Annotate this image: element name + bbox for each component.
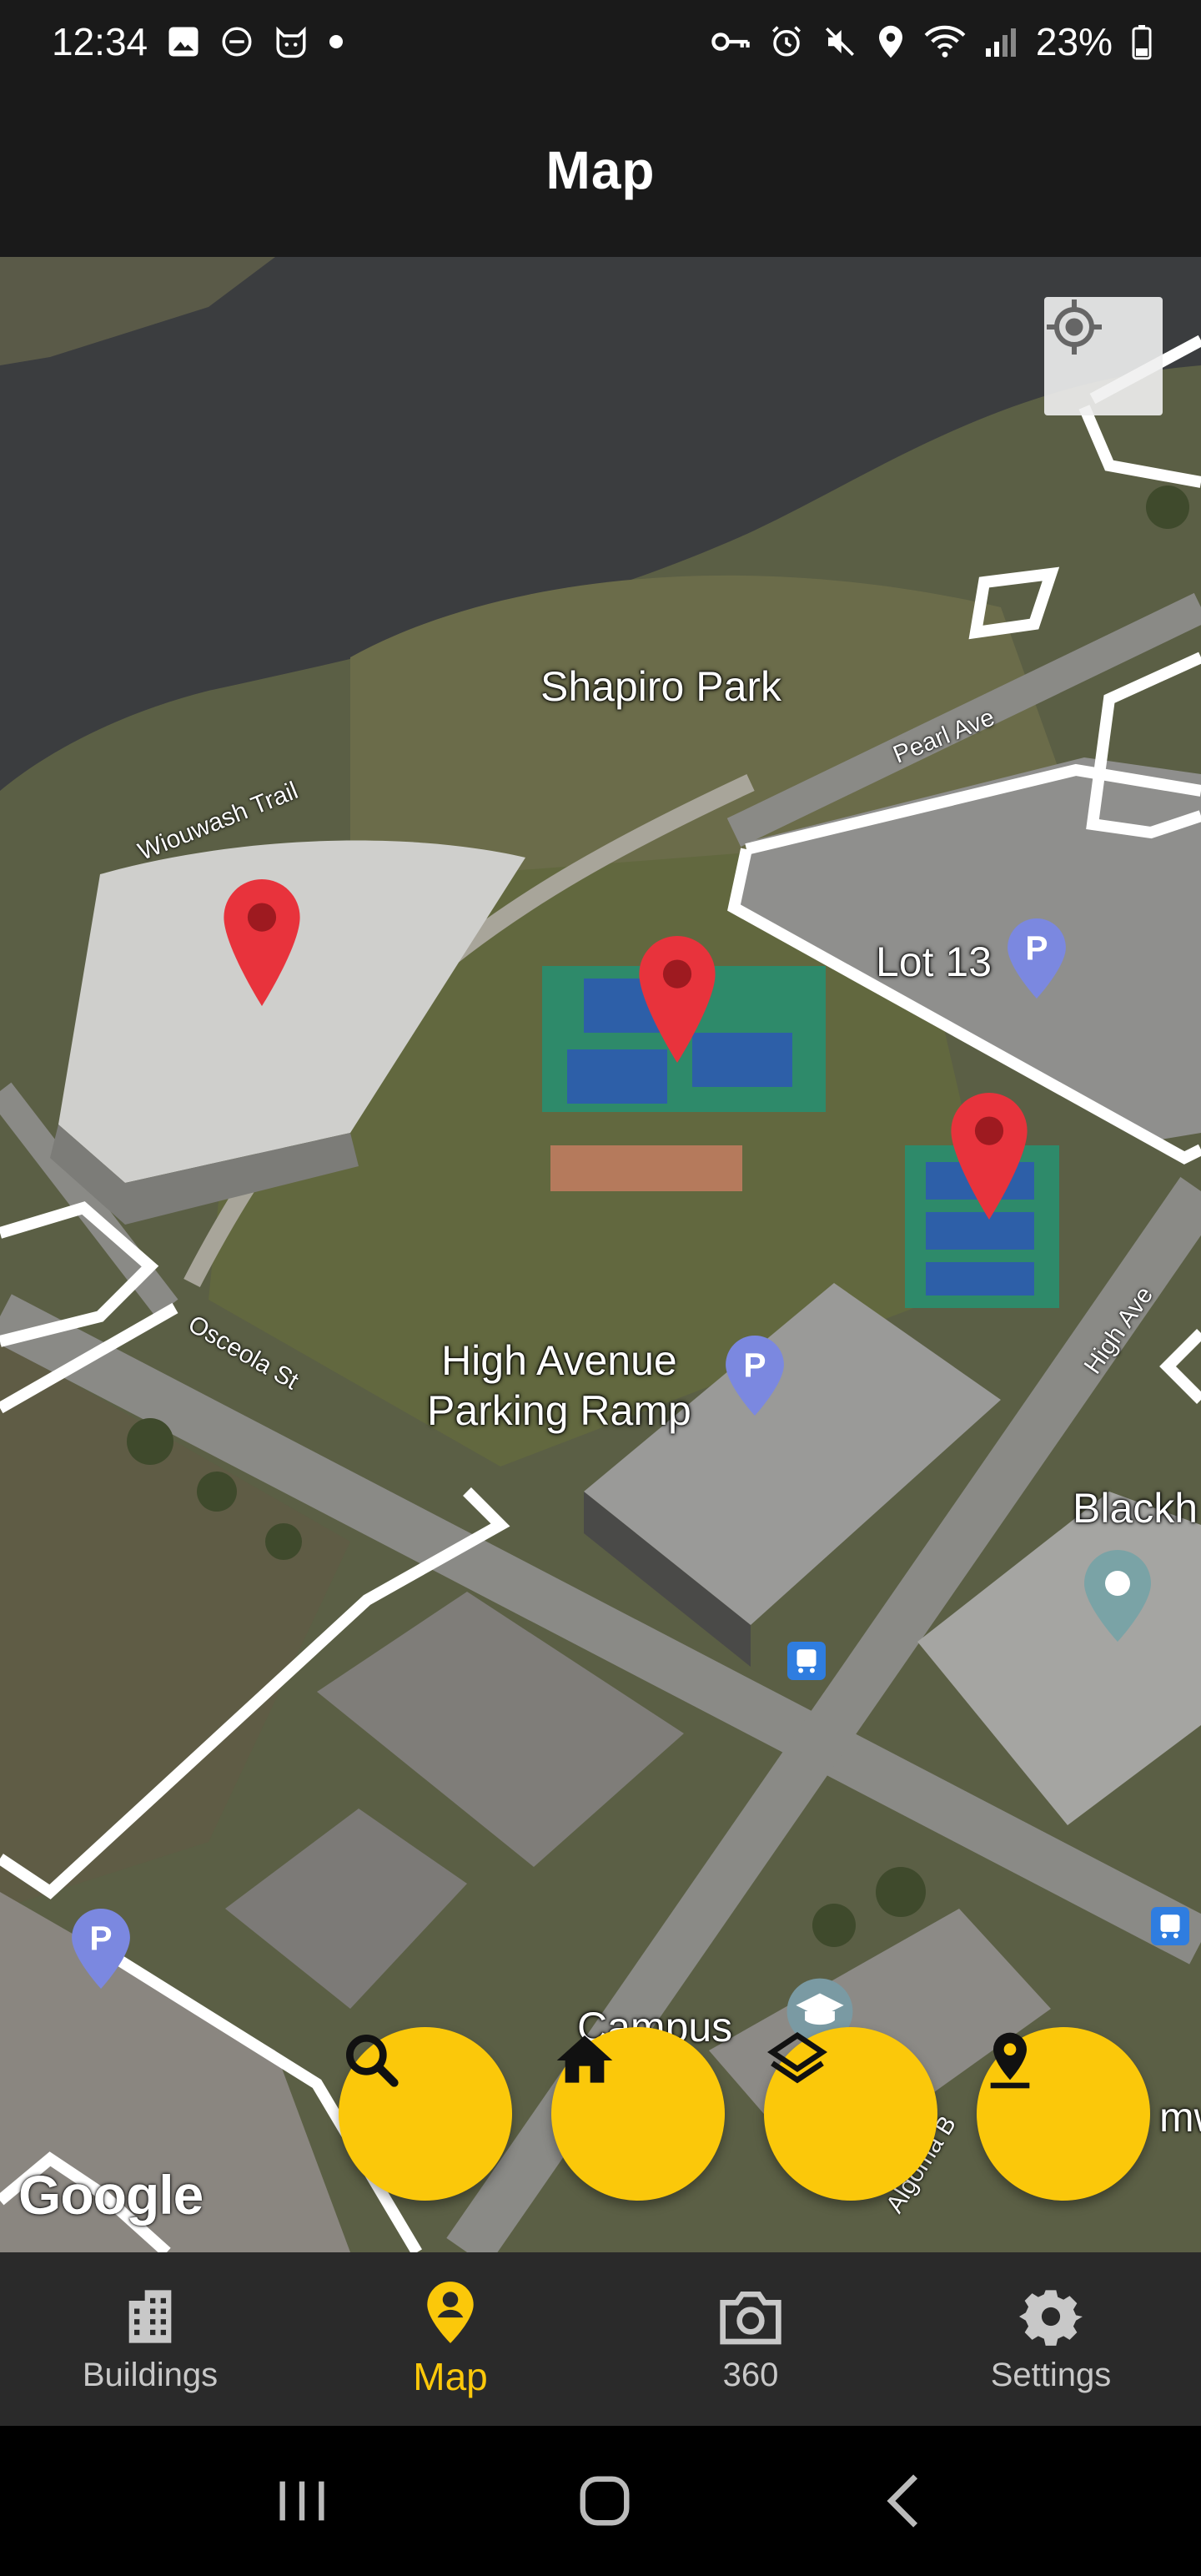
dnd-icon — [222, 27, 252, 57]
parking-marker-icon[interactable]: P — [72, 1909, 130, 1989]
mute-icon — [825, 28, 854, 56]
pin-drop-button[interactable] — [977, 2027, 1150, 2201]
bus-stop-icon[interactable] — [787, 1642, 826, 1680]
camera-icon — [720, 2291, 781, 2344]
nav-item-360[interactable]: 360 — [600, 2252, 901, 2426]
home-system-icon[interactable] — [575, 2472, 634, 2530]
bus-stop-icon[interactable] — [1151, 1907, 1189, 1945]
gear-icon — [1019, 2289, 1083, 2346]
wifi-icon — [924, 25, 966, 58]
home-icon — [556, 2035, 613, 2083]
nav-item-settings[interactable]: Settings — [901, 2252, 1201, 2426]
map-label-ramp: High Avenue Parking Ramp — [427, 1337, 691, 1434]
nav-item-buildings[interactable]: Buildings — [0, 2252, 300, 2426]
crosshair-icon — [1047, 299, 1102, 355]
nav-label-360: 360 — [722, 2356, 779, 2393]
image-icon — [168, 27, 198, 57]
buildings-icon — [128, 2289, 172, 2343]
dot-icon — [329, 35, 344, 48]
nav-item-map[interactable]: Map — [300, 2252, 600, 2426]
app-bar: Map — [0, 83, 1201, 257]
svg-text:P: P — [1025, 928, 1048, 967]
bottom-navigation: Buildings Map 360 Settings — [0, 2252, 1201, 2426]
location-pin-marker[interactable] — [224, 879, 300, 1006]
map-view[interactable]: Shapiro Park Lot 13 High Avenue Parking … — [0, 257, 1201, 2252]
status-bar: 12:34 23% — [0, 0, 1201, 83]
cat-icon — [276, 26, 306, 58]
location-pin-marker[interactable] — [951, 1093, 1028, 1220]
page-title: Map — [545, 140, 656, 200]
alarm-icon — [771, 26, 801, 57]
map-pin-icon — [427, 2282, 474, 2343]
location-pin-marker[interactable] — [639, 936, 716, 1063]
system-navigation-bar — [0, 2426, 1201, 2576]
svg-text:P: P — [743, 1346, 766, 1384]
location-icon — [878, 25, 902, 58]
map-label-park: Shapiro Park — [540, 663, 782, 710]
home-button[interactable] — [551, 2027, 725, 2201]
place-marker-icon[interactable] — [1084, 1550, 1151, 1642]
nav-label-map: Map — [413, 2355, 488, 2398]
map-label-lot: Lot 13 — [876, 938, 992, 985]
battery-percent: 23% — [1035, 20, 1113, 63]
svg-text:P: P — [89, 1919, 112, 1957]
recent-apps-icon[interactable] — [273, 2476, 331, 2526]
parking-marker-icon[interactable]: P — [1008, 918, 1066, 999]
battery-icon — [1132, 25, 1152, 60]
satellite-imagery — [0, 257, 1201, 2252]
signal-icon — [985, 28, 1016, 57]
layers-button[interactable] — [764, 2027, 937, 2201]
back-icon[interactable] — [878, 2472, 928, 2530]
nav-label-buildings: Buildings — [82, 2356, 219, 2393]
search-button[interactable] — [339, 2027, 512, 2201]
status-time: 12:34 — [52, 20, 148, 63]
pin-drop-icon — [990, 2032, 1030, 2089]
key-icon — [711, 33, 750, 51]
google-attribution: Google — [18, 2164, 204, 2226]
my-location-button[interactable] — [1044, 297, 1163, 415]
nav-label-settings: Settings — [990, 2356, 1112, 2393]
layers-icon — [766, 2031, 828, 2084]
search-icon — [346, 2035, 399, 2087]
map-label-blackhawk: Blackh — [1073, 1485, 1198, 1532]
parking-marker-icon[interactable]: P — [726, 1336, 784, 1416]
map-label-mw: mw — [1159, 2094, 1201, 2141]
